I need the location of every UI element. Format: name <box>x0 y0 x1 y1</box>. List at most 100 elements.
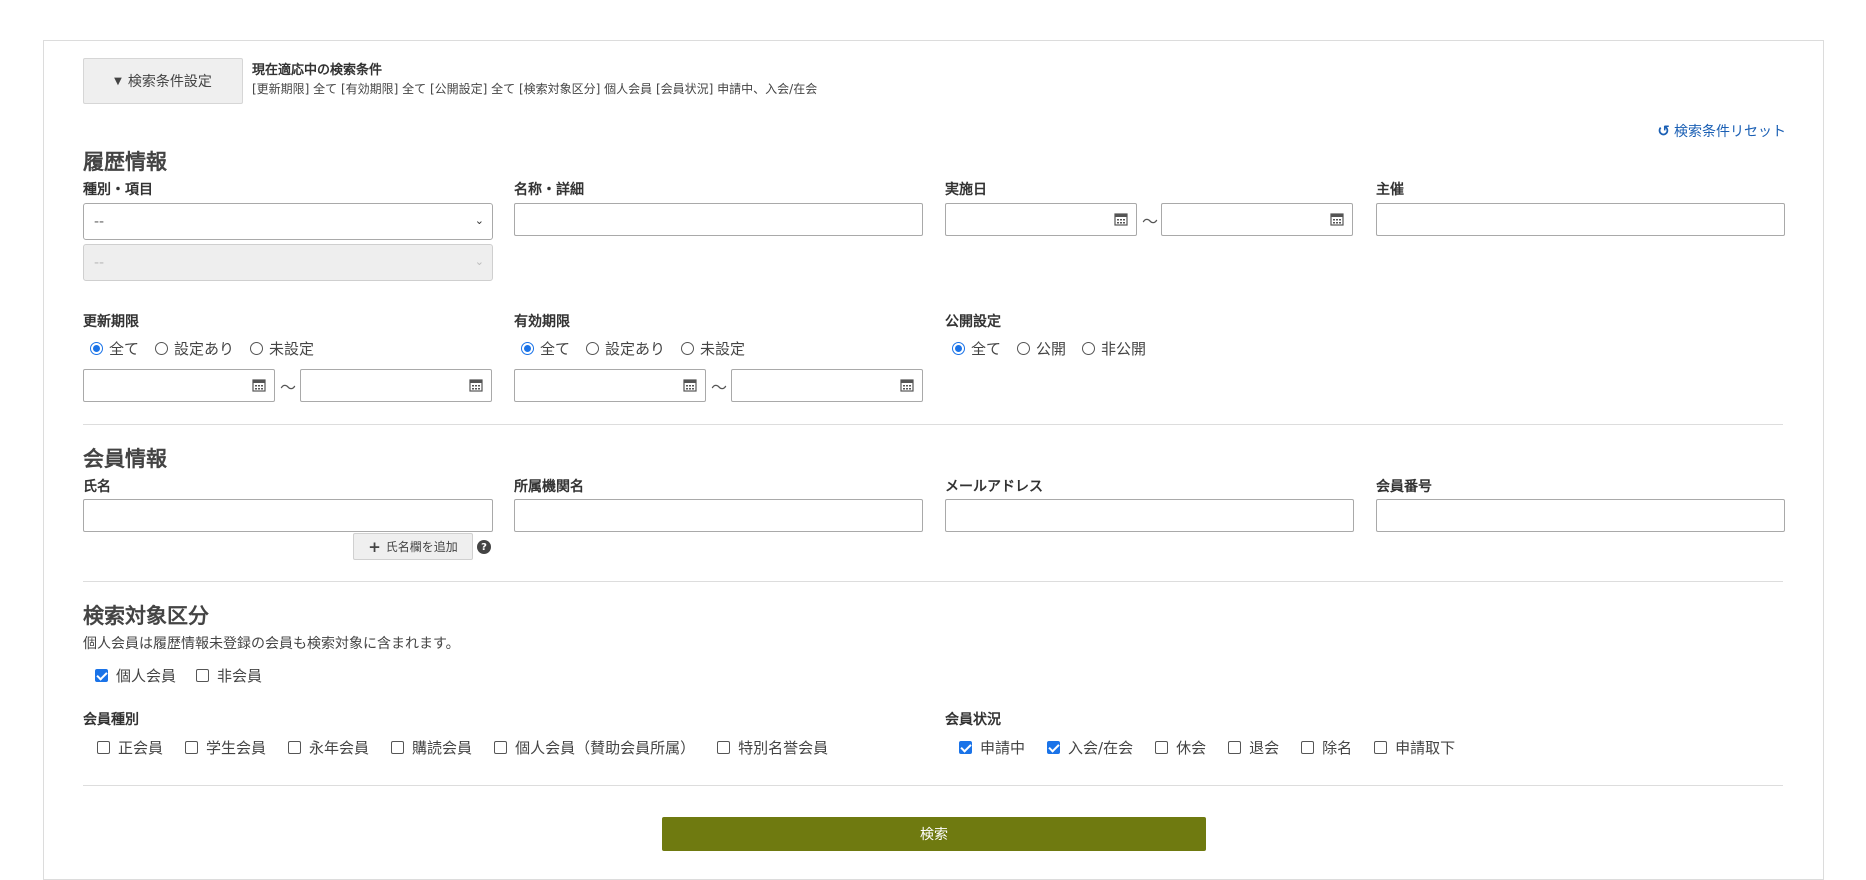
target-checkboxes: 個人会員 非会員 <box>95 665 278 686</box>
publish-radio-private[interactable]: 非公開 <box>1082 338 1146 359</box>
radio-button[interactable] <box>1082 342 1096 355</box>
kind-checkbox-lifetime[interactable]: 永年会員 <box>288 737 369 758</box>
checkbox[interactable] <box>494 741 508 754</box>
radio-button[interactable] <box>521 342 534 355</box>
email-label: メールアドレス <box>945 479 1043 495</box>
add-name-label: 氏名欄を追加 <box>385 540 458 554</box>
update-radio-all[interactable]: 全て <box>90 338 139 359</box>
radio-button[interactable] <box>90 342 103 355</box>
kind-checkbox-regular[interactable]: 正会員 <box>97 737 163 758</box>
member-section-title: 会員情報 <box>83 447 167 471</box>
option-label: 個人会員（賛助会員所属） <box>515 739 696 757</box>
checkbox[interactable] <box>1374 741 1388 754</box>
update-to-input[interactable] <box>300 369 492 402</box>
divider <box>83 581 1783 582</box>
member-number-input[interactable] <box>1376 499 1785 532</box>
option-label: 未設定 <box>269 340 315 358</box>
radio-button[interactable] <box>1017 342 1031 355</box>
checkbox[interactable] <box>717 741 731 754</box>
option-label: 退会 <box>1249 739 1280 757</box>
status-checkbox-suspended[interactable]: 休会 <box>1155 737 1206 758</box>
valid-to-input[interactable] <box>731 369 923 402</box>
calendar-icon[interactable] <box>1330 212 1344 226</box>
calendar-icon[interactable] <box>683 378 697 392</box>
kind-checkbox-subscriber[interactable]: 購読会員 <box>391 737 472 758</box>
checkbox[interactable] <box>1047 741 1061 754</box>
status-checkbox-withdrawn[interactable]: 退会 <box>1228 737 1279 758</box>
type-sub-select-value: -- <box>94 254 105 271</box>
type-select[interactable]: -- ⌄ <box>83 203 493 240</box>
publish-radio-public[interactable]: 公開 <box>1017 338 1066 359</box>
publish-label: 公開設定 <box>945 314 1001 330</box>
email-input[interactable] <box>945 499 1354 532</box>
checkbox[interactable] <box>1155 741 1169 754</box>
kind-checkbox-student[interactable]: 学生会員 <box>185 737 266 758</box>
valid-radio-unset[interactable]: 未設定 <box>681 338 745 359</box>
date-range-separator: ～ <box>1142 212 1159 231</box>
valid-from-input[interactable] <box>514 369 706 402</box>
status-checkbox-applying[interactable]: 申請中 <box>959 737 1025 758</box>
target-checkbox-nonmember[interactable]: 非会員 <box>196 665 262 686</box>
plus-icon: + <box>368 537 381 556</box>
help-icon[interactable]: ? <box>477 540 491 554</box>
checkbox[interactable] <box>288 741 302 754</box>
option-label: 個人会員 <box>116 667 177 685</box>
option-label: 正会員 <box>118 739 164 757</box>
target-checkbox-individual[interactable]: 個人会員 <box>95 665 176 686</box>
kind-checkbox-sponsor-individual[interactable]: 個人会員（賛助会員所属） <box>494 737 695 758</box>
valid-radio-all[interactable]: 全て <box>521 338 570 359</box>
reset-conditions-link[interactable]: ↺ 検索条件リセット <box>1657 121 1786 141</box>
status-checkbox-expelled[interactable]: 除名 <box>1301 737 1352 758</box>
kind-checkbox-honorary[interactable]: 特別名誉会員 <box>717 737 828 758</box>
organization-input[interactable] <box>514 499 923 532</box>
calendar-icon[interactable] <box>252 378 266 392</box>
search-conditions-toggle-button[interactable]: ▼ 検索条件設定 <box>83 58 243 104</box>
update-from-input[interactable] <box>83 369 275 402</box>
checkbox[interactable] <box>196 669 210 682</box>
update-radio-set[interactable]: 設定あり <box>155 338 234 359</box>
date-to-input[interactable] <box>1161 203 1353 236</box>
search-button[interactable]: 検索 <box>662 817 1206 851</box>
checkbox[interactable] <box>97 741 110 754</box>
host-input[interactable] <box>1376 203 1785 236</box>
checkbox[interactable] <box>391 741 405 754</box>
option-label: 公開 <box>1036 340 1067 358</box>
option-label: 申請取下 <box>1395 739 1456 757</box>
update-radio-unset[interactable]: 未設定 <box>250 338 314 359</box>
status-checkbox-active[interactable]: 入会/在会 <box>1047 737 1133 758</box>
date-from-input[interactable] <box>945 203 1137 236</box>
calendar-icon[interactable] <box>1114 212 1128 226</box>
host-label: 主催 <box>1376 182 1404 198</box>
update-deadline-label: 更新期限 <box>83 314 139 330</box>
option-label: 永年会員 <box>309 739 370 757</box>
name-detail-input[interactable] <box>514 203 923 236</box>
member-kind-label: 会員種別 <box>83 712 139 728</box>
toggle-label: 検索条件設定 <box>127 74 212 90</box>
checkbox[interactable] <box>95 669 108 682</box>
member-name-input[interactable] <box>83 499 493 532</box>
target-section-title: 検索対象区分 <box>83 604 209 628</box>
option-label: 全て <box>540 340 571 358</box>
calendar-icon[interactable] <box>469 378 483 392</box>
reset-label: 検索条件リセット <box>1674 124 1786 140</box>
radio-button[interactable] <box>155 342 169 355</box>
radio-button[interactable] <box>681 342 695 355</box>
radio-button[interactable] <box>586 342 600 355</box>
radio-button[interactable] <box>250 342 264 355</box>
valid-radio-set[interactable]: 設定あり <box>586 338 665 359</box>
member-number-label: 会員番号 <box>1376 479 1432 495</box>
checkbox[interactable] <box>959 741 972 754</box>
current-conditions-summary: [更新期限] 全て [有効期限] 全て [公開設定] 全て [検索対象区分] 個… <box>252 82 818 96</box>
status-checkbox-application-withdrawn[interactable]: 申請取下 <box>1374 737 1455 758</box>
calendar-icon[interactable] <box>900 378 914 392</box>
date-label: 実施日 <box>945 182 987 198</box>
reset-icon: ↺ <box>1657 122 1670 140</box>
valid-period-label: 有効期限 <box>514 314 570 330</box>
add-name-field-button[interactable]: + 氏名欄を追加 <box>353 533 473 560</box>
divider <box>83 424 1783 425</box>
publish-radio-all[interactable]: 全て <box>952 338 1001 359</box>
checkbox[interactable] <box>185 741 199 754</box>
checkbox[interactable] <box>1228 741 1242 754</box>
radio-button[interactable] <box>952 342 965 355</box>
checkbox[interactable] <box>1301 741 1315 754</box>
